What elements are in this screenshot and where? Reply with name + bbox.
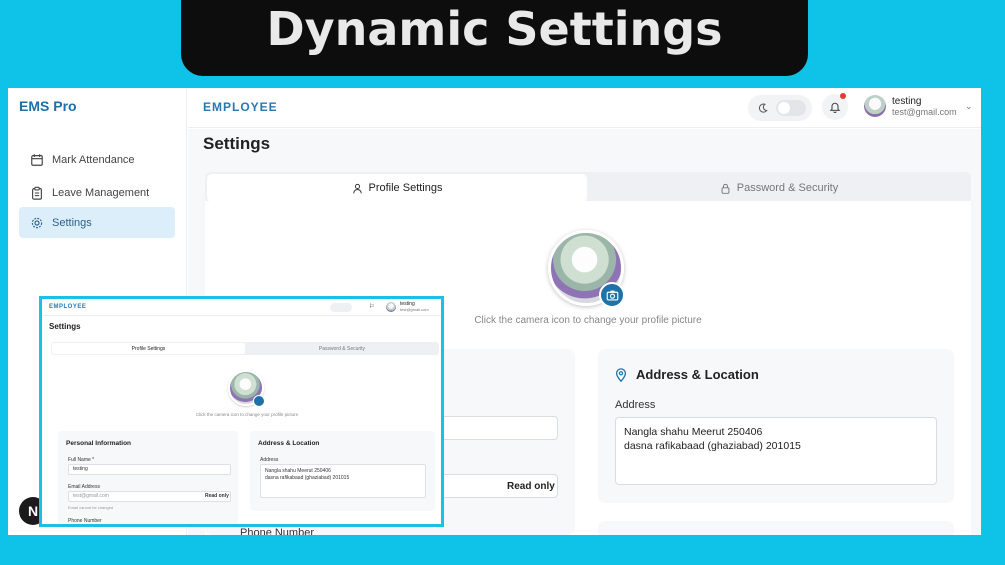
section-label: EMPLOYEE <box>203 100 278 114</box>
address-label: Address <box>615 399 656 411</box>
moon-icon <box>758 103 768 113</box>
inset-full-name-label: Full Name * <box>68 457 95 463</box>
inset-user-email: test@gmail.com <box>400 307 429 312</box>
tab-label: Profile Settings <box>368 182 443 194</box>
user-name: testing <box>892 95 922 107</box>
notification-badge <box>840 93 846 99</box>
inset-address-label: Address <box>260 457 279 463</box>
inset-full-name-value: testing <box>73 466 88 472</box>
inset-full-name-field[interactable] <box>68 464 231 475</box>
inset-tab-password[interactable]: Password & Security <box>246 343 438 354</box>
user-menu[interactable]: testing test@gmail.com ⌄ <box>864 95 973 117</box>
inset-tabs: Profile Settings Password & Security <box>51 342 439 355</box>
tab-profile-settings[interactable]: Profile Settings <box>207 174 587 202</box>
camera-button[interactable] <box>599 282 625 308</box>
address-card: Address & Location Address Nangla shahu … <box>598 349 954 503</box>
gear-icon <box>31 217 43 228</box>
sidebar-item-mark-attendance[interactable]: Mark Attendance <box>19 144 175 175</box>
tab-password-security[interactable]: Password & Security <box>589 174 969 202</box>
lock-icon <box>721 183 730 194</box>
settings-tabs: Profile Settings Password & Security <box>205 172 971 204</box>
avatar-hint: Click the camera icon to change your pro… <box>474 315 702 326</box>
inset-email-value: test@gmail.com <box>73 493 109 499</box>
inset-address-title: Address & Location <box>258 440 320 447</box>
banner-title: Dynamic Settings <box>181 0 808 76</box>
inset-bell-icon[interactable]: ⚐ <box>369 303 374 310</box>
inset-theme-toggle[interactable] <box>330 303 352 312</box>
inset-read-only: Read only <box>205 493 229 499</box>
clipboard-icon <box>32 186 42 200</box>
top-bar: EMPLOYEE testing test@gmail.com ⌄ <box>188 88 981 128</box>
sidebar-item-leave-management[interactable]: Leave Management <box>19 177 175 208</box>
inset-personal-card: Personal Information Full Name * testing… <box>58 431 238 524</box>
sidebar-item-label: Settings <box>52 216 92 229</box>
tab-label: Password & Security <box>736 182 839 194</box>
sidebar-item-label: Leave Management <box>52 186 150 199</box>
inset-address-value: Nangla shahu Meerut 250406 dasna rafikab… <box>265 468 350 481</box>
sidebar-item-settings[interactable]: Settings <box>19 207 175 238</box>
inset-address-card: Address & Location Address Nangla shahu … <box>250 431 435 511</box>
inset-screenshot: EMPLOYEE ⚐ testing test@gmail.com Settin… <box>39 296 444 527</box>
theme-toggle[interactable] <box>748 95 812 121</box>
inset-phone-label: Phone Number <box>68 518 102 524</box>
user-email: test@gmail.com <box>892 106 957 117</box>
inset-email-note: Email cannot be changed <box>68 505 114 510</box>
page-title: Settings <box>203 134 271 153</box>
inset-avatar-hint: Click the camera icon to change your pro… <box>195 412 299 417</box>
map-pin-icon <box>615 367 627 382</box>
notification-button[interactable] <box>822 93 848 120</box>
address-section-title: Address & Location <box>614 367 759 382</box>
inset-personal-title: Personal Information <box>66 440 132 447</box>
inset-email-label: Email Address <box>68 484 100 490</box>
inset-section-label: EMPLOYEE <box>49 304 87 310</box>
read-only-badge: Read only <box>507 481 555 492</box>
inset-page-title: Settings <box>49 322 81 331</box>
inset-tab-profile[interactable]: Profile Settings <box>52 343 245 354</box>
inset-divider <box>42 315 441 316</box>
calendar-icon <box>31 153 43 166</box>
address-textarea[interactable]: Nangla shahu Meerut 250406 dasna rafikab… <box>615 417 937 485</box>
sidebar-item-label: Mark Attendance <box>52 153 135 166</box>
next-card <box>598 521 954 535</box>
brand-logo[interactable]: EMS Pro <box>19 98 77 114</box>
phone-label: Phone Number <box>240 527 314 535</box>
address-title-text: Address & Location <box>636 367 759 382</box>
camera-icon <box>606 290 618 301</box>
user-icon <box>352 183 362 193</box>
chevron-down-icon[interactable]: ⌄ <box>965 101 973 112</box>
inset-avatar <box>386 302 396 312</box>
avatar <box>864 95 886 117</box>
bell-icon <box>829 102 841 113</box>
toggle-switch[interactable] <box>776 100 806 116</box>
inset-camera-icon[interactable] <box>253 395 265 407</box>
